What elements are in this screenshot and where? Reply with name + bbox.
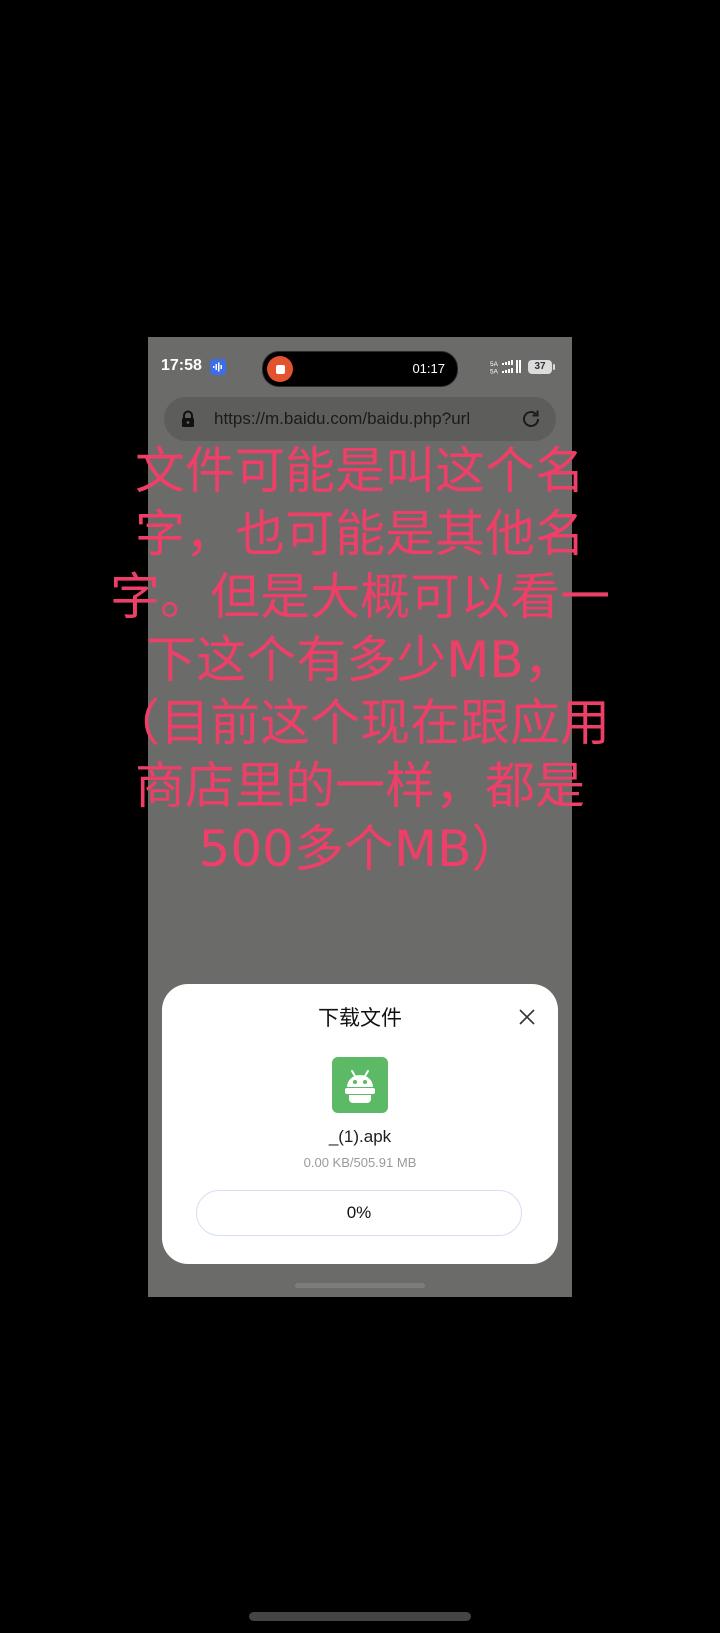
file-name: _(1).apk bbox=[328, 1127, 392, 1146]
url-text[interactable]: https://m.baidu.com/baidu.php?url bbox=[214, 409, 504, 429]
svg-text:5A: 5A bbox=[490, 361, 499, 368]
annotation-line: （目前这个现在跟应用 bbox=[110, 694, 610, 752]
progress-label: 0% bbox=[346, 1203, 372, 1222]
battery-tip bbox=[553, 364, 555, 370]
reload-icon[interactable] bbox=[520, 408, 542, 430]
download-progress-button[interactable]: 0% bbox=[196, 1190, 522, 1236]
annotation-line: 字，也可能是其他名 bbox=[135, 505, 585, 563]
record-timer: 01:17 bbox=[412, 361, 445, 376]
lock-icon bbox=[178, 409, 198, 429]
download-dialog: 下载文件 _(1).apk 0.00 KB/505.91 MB 0% bbox=[162, 984, 558, 1264]
annotation-text: 文件可能是叫这个名 字，也可能是其他名 字。但是大概可以看一 下这个有多少MB，… bbox=[82, 440, 638, 881]
annotation-line: 下这个有多少MB， bbox=[146, 631, 574, 689]
dialog-title: 下载文件 bbox=[318, 1006, 402, 1030]
stop-recording-button[interactable] bbox=[267, 356, 293, 382]
home-indicator[interactable] bbox=[249, 1612, 471, 1621]
status-bar: 17:58 01:17 5A 5A 37 bbox=[148, 337, 572, 399]
stop-icon bbox=[275, 364, 285, 374]
url-fade bbox=[482, 405, 506, 433]
annotation-line: 字。但是大概可以看一 bbox=[110, 568, 610, 626]
voice-icon bbox=[210, 359, 226, 375]
annotation-line: 500多个MB） bbox=[198, 820, 522, 878]
annotation-line: 文件可能是叫这个名 bbox=[135, 442, 585, 500]
address-bar[interactable]: https://m.baidu.com/baidu.php?url bbox=[164, 397, 556, 441]
annotation-line: 商店里的一样，都是 bbox=[135, 757, 585, 815]
screen-record-pill[interactable]: 01:17 bbox=[262, 351, 458, 387]
signal-icon: 5A 5A bbox=[490, 359, 526, 376]
android-icon bbox=[332, 1057, 388, 1113]
screen: 17:58 01:17 5A 5A 37 https://m.baidu.com… bbox=[0, 0, 720, 1633]
svg-text:5A: 5A bbox=[490, 369, 499, 376]
close-icon[interactable] bbox=[518, 1008, 536, 1026]
status-time: 17:58 bbox=[161, 357, 202, 374]
phone-home-indicator[interactable] bbox=[295, 1283, 425, 1288]
file-size: 0.00 KB/505.91 MB bbox=[303, 1155, 417, 1170]
battery-icon: 37 bbox=[528, 360, 552, 374]
